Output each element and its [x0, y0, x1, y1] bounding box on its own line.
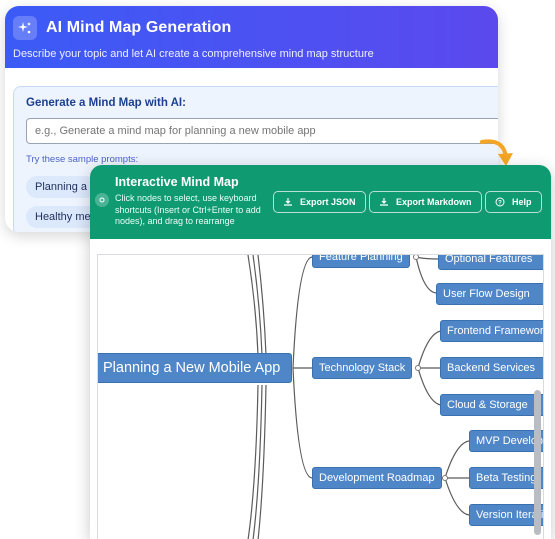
generator-header: AI Mind Map Generation Describe your top… [5, 6, 498, 68]
leaf-node[interactable]: Beta Testing [469, 467, 543, 489]
mind-map-title: Interactive Mind Map [115, 175, 239, 189]
generate-form-title: Generate a Mind Map with AI: [26, 97, 186, 109]
export-json-label: Export JSON [300, 197, 356, 207]
export-markdown-label: Export Markdown [396, 197, 472, 207]
leaf-node[interactable]: Backend Services [440, 357, 543, 379]
branch-node[interactable]: Development Roadmap [312, 467, 442, 489]
generator-subtitle: Describe your topic and let AI create a … [13, 48, 374, 60]
sparkle-icon [13, 16, 37, 40]
help-button[interactable]: ? Help [485, 191, 542, 213]
help-label: Help [512, 197, 532, 207]
generator-title: AI Mind Map Generation [46, 19, 232, 36]
branch-node[interactable]: Technology Stack [312, 357, 413, 379]
sample-prompt-chip[interactable]: Planning a [26, 176, 96, 198]
stage: AI Mind Map Generation Describe your top… [0, 0, 555, 539]
mind-map-icon [95, 193, 109, 207]
leaf-node[interactable]: Optional Features [438, 255, 543, 270]
mind-map-header: Interactive Mind Map Click nodes to sele… [90, 165, 551, 239]
mind-map-panel: Interactive Mind Map Click nodes to sele… [90, 165, 551, 539]
leaf-node[interactable]: Cloud & Storage [440, 394, 543, 416]
svg-text:?: ? [498, 200, 502, 206]
sample-prompt-chip[interactable]: Healthy me [26, 206, 100, 228]
sample-prompts-label: Try these sample prompts: [26, 154, 139, 165]
branch-node[interactable]: Feature Planning [312, 255, 410, 268]
export-markdown-button[interactable]: Export Markdown [369, 191, 482, 213]
leaf-node[interactable]: Version Iteration [469, 504, 543, 526]
help-icon: ? [495, 197, 505, 207]
mind-map-canvas[interactable]: Planning a New Mobile App Feature Planni… [97, 254, 544, 539]
vertical-scrollbar[interactable] [534, 390, 541, 535]
download-icon [380, 198, 388, 206]
leaf-node[interactable]: Frontend Framework [440, 320, 543, 342]
mind-map-description: Click nodes to select, use keyboard shor… [115, 193, 261, 226]
prompt-input[interactable] [26, 118, 498, 144]
leaf-node[interactable]: User Flow Design [436, 283, 543, 305]
leaf-node[interactable]: MVP Development [469, 430, 543, 452]
root-node[interactable]: Planning a New Mobile App [98, 353, 292, 383]
download-icon [284, 198, 292, 206]
export-json-button[interactable]: Export JSON [273, 191, 366, 213]
